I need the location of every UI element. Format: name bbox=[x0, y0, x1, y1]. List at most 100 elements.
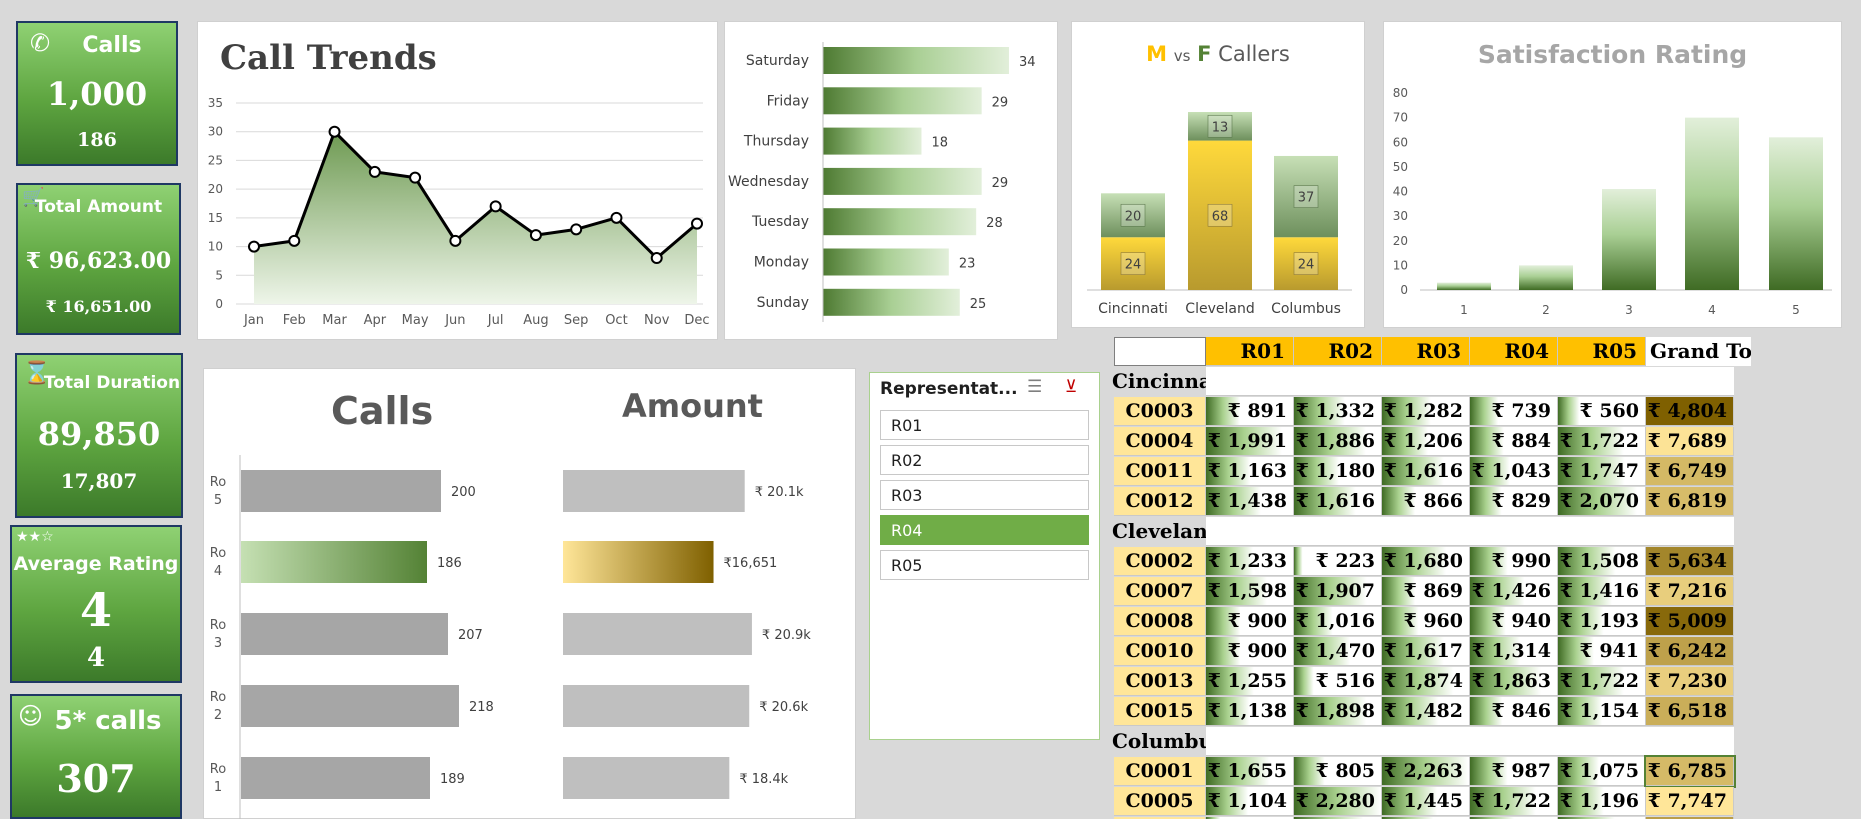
pivot-value-cell[interactable]: ₹ 1,154 bbox=[1558, 697, 1646, 726]
pivot-value-cell[interactable]: ₹ 866 bbox=[1382, 487, 1470, 516]
pivot-total-cell[interactable]: ₹ 7,216 bbox=[1646, 577, 1734, 606]
pivot-value-cell[interactable]: ₹ 990 bbox=[1470, 547, 1558, 576]
pivot-value-cell[interactable]: ₹ 1,616 bbox=[1382, 457, 1470, 486]
pivot-value-cell[interactable]: ₹ 1,991 bbox=[1206, 427, 1294, 456]
pivot-value-cell[interactable]: ₹ 2,263 bbox=[1382, 757, 1470, 786]
pivot-value-cell[interactable]: ₹ 2,070 bbox=[1558, 487, 1646, 516]
pivot-value-cell[interactable]: ₹ 2,280 bbox=[1294, 787, 1382, 816]
pivot-value-cell[interactable]: ₹ 1,655 bbox=[1206, 757, 1294, 786]
pivot-city-header[interactable]: Columbus bbox=[1112, 727, 1206, 756]
pivot-value-cell[interactable]: ₹ 1,722 bbox=[1470, 787, 1558, 816]
slicer-item-r04[interactable]: R04 bbox=[880, 515, 1089, 545]
pivot-row-label[interactable]: C0015 bbox=[1114, 697, 1206, 726]
pivot-value-cell[interactable]: ₹ 1,138 bbox=[1206, 697, 1294, 726]
pivot-value-cell[interactable]: ₹ 1,043 bbox=[1470, 457, 1558, 486]
pivot-value-cell[interactable]: ₹ 805 bbox=[1294, 757, 1382, 786]
pivot-total-cell[interactable]: ₹ 7,230 bbox=[1646, 667, 1734, 696]
pivot-value-cell[interactable]: ₹ 987 bbox=[1470, 757, 1558, 786]
pivot-value-cell[interactable]: ₹ 1,016 bbox=[1294, 607, 1382, 636]
multi-select-icon[interactable]: ☰ bbox=[1027, 377, 1042, 397]
pivot-column-header[interactable]: Grand Total bbox=[1646, 337, 1751, 366]
pivot-value-cell[interactable]: ₹ 1,680 bbox=[1382, 547, 1470, 576]
slicer-item-r05[interactable]: R05 bbox=[880, 550, 1089, 580]
pivot-column-header[interactable]: R02 bbox=[1294, 337, 1382, 366]
pivot-row-label[interactable]: C0010 bbox=[1114, 637, 1206, 666]
pivot-value-cell[interactable]: ₹ 1,886 bbox=[1294, 427, 1382, 456]
pivot-row-label[interactable]: C0005 bbox=[1114, 787, 1206, 816]
pivot-value-cell[interactable]: ₹ 1,163 bbox=[1206, 457, 1294, 486]
pivot-value-cell[interactable]: ₹ 1,426 bbox=[1470, 577, 1558, 606]
pivot-value-cell[interactable]: ₹ 1,482 bbox=[1382, 697, 1470, 726]
pivot-value-cell[interactable]: ₹ 1,206 bbox=[1382, 427, 1470, 456]
pivot-row-label[interactable]: C0002 bbox=[1114, 547, 1206, 576]
slicer-item-r01[interactable]: R01 bbox=[880, 410, 1089, 440]
pivot-value-cell[interactable]: ₹ 1,180 bbox=[1294, 457, 1382, 486]
pivot-value-cell[interactable]: ₹ 1,598 bbox=[1206, 577, 1294, 606]
pivot-corner-cell[interactable] bbox=[1114, 337, 1206, 366]
pivot-row-label[interactable]: C0003 bbox=[1114, 397, 1206, 426]
pivot-value-cell[interactable]: ₹ 1,470 bbox=[1294, 637, 1382, 666]
pivot-value-cell[interactable]: ₹ 941 bbox=[1558, 637, 1646, 666]
pivot-row-label[interactable]: C0011 bbox=[1114, 457, 1206, 486]
pivot-value-cell[interactable]: ₹ 891 bbox=[1206, 397, 1294, 426]
pivot-value-cell[interactable]: ₹ 516 bbox=[1294, 667, 1382, 696]
pivot-value-cell[interactable]: ₹ 940 bbox=[1470, 607, 1558, 636]
pivot-row-label[interactable]: C0012 bbox=[1114, 487, 1206, 516]
pivot-value-cell[interactable]: ₹ 739 bbox=[1470, 397, 1558, 426]
pivot-value-cell[interactable]: ₹ 846 bbox=[1470, 697, 1558, 726]
pivot-row-label[interactable]: C0008 bbox=[1114, 607, 1206, 636]
pivot-value-cell[interactable]: ₹ 1,617 bbox=[1382, 637, 1470, 666]
pivot-value-cell[interactable]: ₹ 1,314 bbox=[1470, 637, 1558, 666]
pivot-value-cell[interactable]: ₹ 884 bbox=[1470, 427, 1558, 456]
pivot-value-cell[interactable]: ₹ 1,898 bbox=[1294, 697, 1382, 726]
pivot-value-cell[interactable]: ₹ 1,104 bbox=[1206, 787, 1294, 816]
pivot-value-cell[interactable]: ₹ 829 bbox=[1470, 487, 1558, 516]
pivot-value-cell[interactable]: ₹ 1,233 bbox=[1206, 547, 1294, 576]
pivot-value-cell[interactable]: ₹ 1,907 bbox=[1294, 577, 1382, 606]
pivot-value-cell[interactable]: ₹ 1,193 bbox=[1558, 607, 1646, 636]
pivot-city-header[interactable]: Cleveland bbox=[1112, 517, 1206, 546]
slicer-item-r02[interactable]: R02 bbox=[880, 445, 1089, 475]
pivot-total-cell[interactable]: ₹ 7,747 bbox=[1646, 787, 1734, 816]
pivot-value-cell[interactable]: ₹ 869 bbox=[1382, 577, 1470, 606]
pivot-total-cell[interactable]: ₹ 5,009 bbox=[1646, 607, 1734, 636]
pivot-total-cell[interactable]: ₹ 6,819 bbox=[1646, 487, 1734, 516]
pivot-value-cell[interactable]: ₹ 1,075 bbox=[1558, 757, 1646, 786]
pivot-city-header[interactable]: Cincinnati bbox=[1112, 367, 1206, 396]
pivot-value-cell[interactable]: ₹ 1,722 bbox=[1558, 427, 1646, 456]
pivot-total-cell[interactable]: ₹ 6,518 bbox=[1646, 697, 1734, 726]
clear-filter-icon[interactable]: ⊻ bbox=[1065, 377, 1077, 397]
pivot-value-cell[interactable]: ₹ 1,332 bbox=[1294, 397, 1382, 426]
pivot-column-header[interactable]: R04 bbox=[1470, 337, 1558, 366]
pivot-total-cell[interactable]: ₹ 7,689 bbox=[1646, 427, 1734, 456]
pivot-value-cell[interactable]: ₹ 1,255 bbox=[1206, 667, 1294, 696]
pivot-total-cell[interactable]: ₹ 6,242 bbox=[1646, 637, 1734, 666]
pivot-total-cell[interactable]: ₹ 4,804 bbox=[1646, 397, 1734, 426]
pivot-row-label[interactable]: C0007 bbox=[1114, 577, 1206, 606]
pivot-column-header[interactable]: R03 bbox=[1382, 337, 1470, 366]
pivot-value-cell[interactable]: ₹ 1,196 bbox=[1558, 787, 1646, 816]
pivot-value-cell[interactable]: ₹ 900 bbox=[1206, 607, 1294, 636]
pivot-value-cell[interactable]: ₹ 1,508 bbox=[1558, 547, 1646, 576]
pivot-value-cell[interactable]: ₹ 1,282 bbox=[1382, 397, 1470, 426]
pivot-total-cell[interactable]: ₹ 6,749 bbox=[1646, 457, 1734, 486]
pivot-value-cell[interactable]: ₹ 1,722 bbox=[1558, 667, 1646, 696]
pivot-row-label[interactable]: C0001 bbox=[1114, 757, 1206, 786]
pivot-column-header[interactable]: R01 bbox=[1206, 337, 1294, 366]
pivot-value-cell[interactable]: ₹ 1,874 bbox=[1382, 667, 1470, 696]
pivot-value-cell[interactable]: ₹ 223 bbox=[1294, 547, 1382, 576]
pivot-value-cell[interactable]: ₹ 960 bbox=[1382, 607, 1470, 636]
pivot-value-cell[interactable]: ₹ 1,747 bbox=[1558, 457, 1646, 486]
pivot-value-cell[interactable]: ₹ 1,863 bbox=[1470, 667, 1558, 696]
pivot-total-cell[interactable]: ₹ 6,785 bbox=[1644, 755, 1736, 788]
pivot-value-cell[interactable]: ₹ 560 bbox=[1558, 397, 1646, 426]
pivot-value-cell[interactable]: ₹ 1,416 bbox=[1558, 577, 1646, 606]
pivot-value-cell[interactable]: ₹ 900 bbox=[1206, 637, 1294, 666]
slicer-item-r03[interactable]: R03 bbox=[880, 480, 1089, 510]
pivot-value-cell[interactable]: ₹ 1,445 bbox=[1382, 787, 1470, 816]
pivot-total-cell[interactable]: ₹ 5,634 bbox=[1646, 547, 1734, 576]
pivot-value-cell[interactable]: ₹ 1,616 bbox=[1294, 487, 1382, 516]
pivot-row-label[interactable]: C0013 bbox=[1114, 667, 1206, 696]
pivot-row-label[interactable]: C0004 bbox=[1114, 427, 1206, 456]
pivot-value-cell[interactable]: ₹ 1,438 bbox=[1206, 487, 1294, 516]
